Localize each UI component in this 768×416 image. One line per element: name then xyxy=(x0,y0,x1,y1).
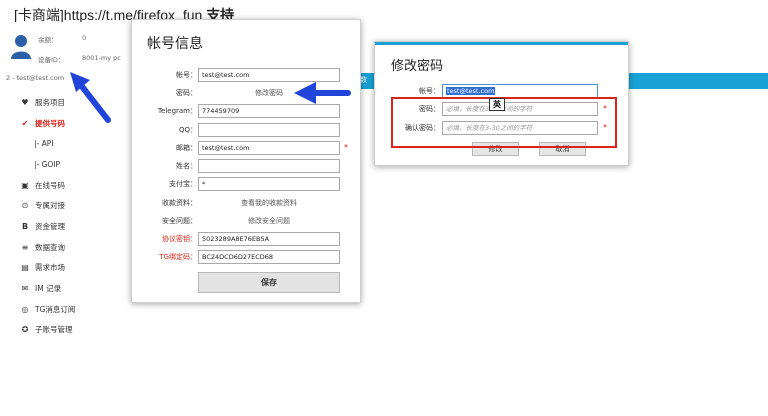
user-account-line: 2 - test@test.com xyxy=(6,74,65,82)
balance-value: 0 xyxy=(82,34,87,42)
qq-label: QQ： xyxy=(178,126,197,134)
telegram-icon: ◎ xyxy=(21,304,29,314)
selected-account-text: test@test.com xyxy=(446,87,496,95)
ime-indicator: 英 xyxy=(489,98,505,111)
account-input[interactable]: test@test.com xyxy=(442,84,598,98)
sidebar-item-dedicated[interactable]: ⊙ 专属对接 xyxy=(20,195,140,216)
dialog-title: 帐号信息 xyxy=(147,35,203,51)
sidebar-item-market[interactable]: ▤ 需求市场 xyxy=(20,258,140,279)
dialog-title: 修改密码 xyxy=(391,58,444,73)
user-avatar-icon xyxy=(11,35,31,59)
view-payinfo-link[interactable]: 查看我的收款资料 xyxy=(198,198,340,208)
protocol-key-input[interactable]: 5023289A8E76EB5A xyxy=(198,232,340,246)
sidebar-item-label: 在线号码 xyxy=(35,180,65,190)
users-icon: ✪ xyxy=(21,325,29,335)
security-row: 安全问题： 修改安全问题 xyxy=(132,214,362,228)
protocol-key-label: 协议密钥： xyxy=(162,235,197,243)
sidebar-item-label: 资金管理 xyxy=(35,221,65,231)
required-marker: * xyxy=(344,143,348,152)
sidebar-item-label: 提供号码 xyxy=(35,118,65,128)
account-label: 帐号： xyxy=(419,87,440,95)
sidebar-item-label: 需求市场 xyxy=(35,263,65,273)
annotation-arrow-icon xyxy=(70,72,111,123)
sidebar-item-online-numbers[interactable]: ▣ 在线号码 xyxy=(20,175,140,196)
list-icon: ≡ xyxy=(21,242,29,252)
payinfo-label: 收款资料： xyxy=(162,199,197,207)
change-security-link[interactable]: 修改安全问题 xyxy=(198,216,340,226)
sidebar-item-subaccounts[interactable]: ✪ 子账号管理 xyxy=(20,320,140,341)
sidebar-item-label: 子账号管理 xyxy=(35,325,73,335)
sidebar-nav: ♥ 服务项目 ✔ 提供号码 |- API |- GOIP ▣ 在线号码 ⊙ 专属对接 B… xyxy=(20,92,140,340)
alipay-input[interactable]: * xyxy=(198,177,340,191)
banner-prefix: [卡商端] xyxy=(14,7,64,23)
target-icon: ⊙ xyxy=(21,201,29,211)
market-icon: ▤ xyxy=(21,263,29,273)
device-label: 设备ID： xyxy=(38,56,65,64)
account-label: 帐号： xyxy=(176,71,197,79)
qq-row: QQ： xyxy=(132,123,362,137)
sidebar-item-data-query[interactable]: ≡ 数据查询 xyxy=(20,237,140,258)
tg-bind-input[interactable]: BC24DCD6D27ECD68 xyxy=(198,250,340,264)
qq-input[interactable] xyxy=(198,123,340,137)
annotation-arrow-icon xyxy=(294,82,351,104)
email-label: 邮箱： xyxy=(176,144,197,152)
device-row: 设备ID： 8001-my pc xyxy=(38,54,121,64)
sidebar-item-label: |- API xyxy=(34,139,54,149)
name-row: 姓名： xyxy=(132,159,362,173)
telegram-label: Telegram： xyxy=(157,107,197,115)
protocol-key-row: 协议密钥： 5023289A8E76EB5A xyxy=(132,232,362,246)
alipay-row: 支付宝： * xyxy=(132,177,362,191)
account-row: 帐号： test@test.com xyxy=(375,84,630,98)
balance-row: 余额： 0 xyxy=(38,34,86,44)
name-input[interactable] xyxy=(198,159,340,173)
sidebar-item-tg-subscribe[interactable]: ◎ TG消息订阅 xyxy=(20,299,140,320)
sidebar-item-goip[interactable]: |- GOIP xyxy=(20,154,140,175)
sidebar-item-funds[interactable]: B 资金管理 xyxy=(20,216,140,237)
account-info-dialog: 帐号信息 帐号： test@test.com 密码： 修改密码 Telegram… xyxy=(131,19,361,303)
tg-bind-row: TG绑定码： BC24DCD6D27ECD68 xyxy=(132,250,362,264)
check-icon: ✔ xyxy=(21,118,29,128)
device-value: 8001-my pc xyxy=(82,54,121,62)
dialog-accent-bar xyxy=(375,42,628,45)
sidebar-item-label: TG消息订阅 xyxy=(35,304,76,314)
save-button[interactable]: 保存 xyxy=(198,272,340,293)
tg-bind-label: TG绑定码： xyxy=(159,253,197,261)
sidebar-item-label: 数据查询 xyxy=(35,242,65,252)
telegram-row: Telegram： 774459709 xyxy=(132,104,362,118)
sidebar-item-im-records[interactable]: ✉ IM 记录 xyxy=(20,278,140,299)
payinfo-row: 收款资料： 查看我的收款资料 xyxy=(132,196,362,210)
email-input[interactable]: test@test.com xyxy=(198,141,340,155)
alipay-label: 支付宝： xyxy=(169,180,197,188)
sidebar-item-label: IM 记录 xyxy=(35,284,62,294)
email-row: 邮箱： test@test.com * xyxy=(132,141,362,155)
telegram-input[interactable]: 774459709 xyxy=(198,104,340,118)
sidebar-item-label: |- GOIP xyxy=(34,159,61,169)
name-label: 姓名： xyxy=(176,162,197,170)
sidebar-item-label: 专属对接 xyxy=(35,201,65,211)
heart-icon: ♥ xyxy=(21,97,29,107)
sidebar-item-api[interactable]: |- API xyxy=(20,133,140,154)
password-label: 密码： xyxy=(176,89,197,97)
bitcoin-icon: B xyxy=(21,221,29,231)
sidebar-item-label: 服务项目 xyxy=(35,97,65,107)
monitor-icon: ▣ xyxy=(21,180,29,190)
security-label: 安全问题： xyxy=(162,217,197,225)
balance-label: 余额： xyxy=(38,36,58,44)
mail-icon: ✉ xyxy=(21,284,29,294)
